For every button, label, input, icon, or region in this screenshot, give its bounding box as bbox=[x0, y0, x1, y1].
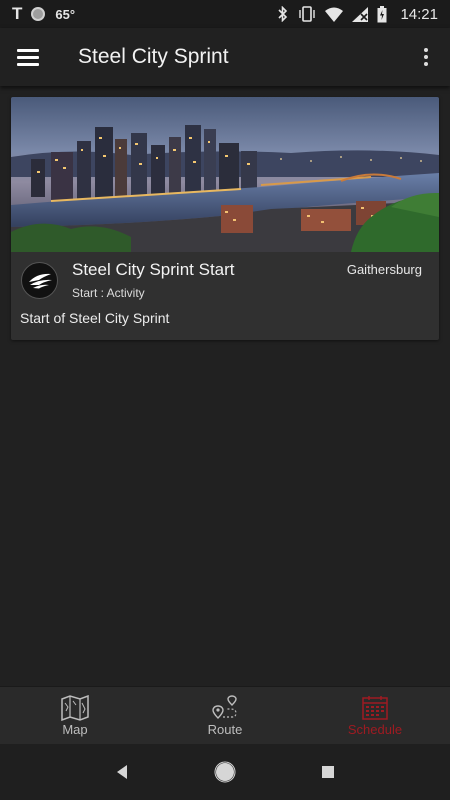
battery-icon bbox=[377, 5, 387, 22]
event-logo-icon bbox=[21, 262, 58, 299]
home-button[interactable] bbox=[205, 752, 245, 792]
back-icon bbox=[116, 765, 127, 779]
nav-item-route[interactable]: Route bbox=[150, 687, 300, 744]
menu-button[interactable] bbox=[0, 29, 56, 85]
signal-icon bbox=[352, 6, 369, 22]
system-navigation-bar bbox=[0, 744, 450, 800]
overflow-dot-icon bbox=[424, 48, 428, 52]
event-subtitle: Start : Activity bbox=[72, 286, 145, 300]
notification-icon bbox=[31, 7, 46, 21]
carrier-icon: T bbox=[12, 4, 22, 23]
nav-label-route: Route bbox=[207, 721, 243, 737]
app-bar: Steel City Sprint bbox=[0, 28, 450, 86]
hamburger-icon bbox=[17, 49, 39, 66]
overflow-menu-button[interactable] bbox=[402, 29, 450, 85]
overflow-dot-icon bbox=[424, 62, 428, 66]
back-button[interactable] bbox=[102, 752, 142, 792]
nav-label-schedule: Schedule bbox=[347, 721, 403, 737]
nav-label-map: Map bbox=[62, 721, 88, 737]
app-title: Steel City Sprint bbox=[78, 45, 229, 68]
bottom-navigation: Map Route Schedule bbox=[0, 686, 450, 744]
map-icon bbox=[61, 694, 89, 721]
vibrate-icon bbox=[299, 6, 316, 22]
nav-item-schedule[interactable]: Schedule bbox=[300, 687, 450, 744]
recents-icon bbox=[322, 766, 335, 778]
home-icon bbox=[214, 761, 236, 783]
event-title: Steel City Sprint Start bbox=[72, 260, 235, 279]
app-screen: T 65° 14:21 Steel City Sprint Steel City… bbox=[0, 0, 450, 800]
status-bar: T 65° 14:21 bbox=[0, 0, 450, 28]
overflow-dot-icon bbox=[424, 55, 428, 59]
event-card-body: Steel City Sprint Start Start : Activity… bbox=[11, 252, 439, 340]
event-location: Gaithersburg bbox=[346, 262, 422, 277]
recents-button[interactable] bbox=[308, 752, 348, 792]
calendar-icon bbox=[362, 695, 388, 720]
clock-text: 14:21 bbox=[400, 5, 438, 23]
bluetooth-icon bbox=[278, 6, 288, 22]
temperature-text: 65° bbox=[55, 6, 76, 22]
route-icon bbox=[212, 694, 237, 719]
event-description: Start of Steel City Sprint bbox=[20, 310, 170, 326]
nav-item-map[interactable]: Map bbox=[0, 687, 150, 744]
city-skyline-image bbox=[11, 97, 439, 252]
event-card[interactable]: Steel City Sprint Start Start : Activity… bbox=[11, 97, 439, 340]
wifi-icon bbox=[325, 7, 344, 22]
